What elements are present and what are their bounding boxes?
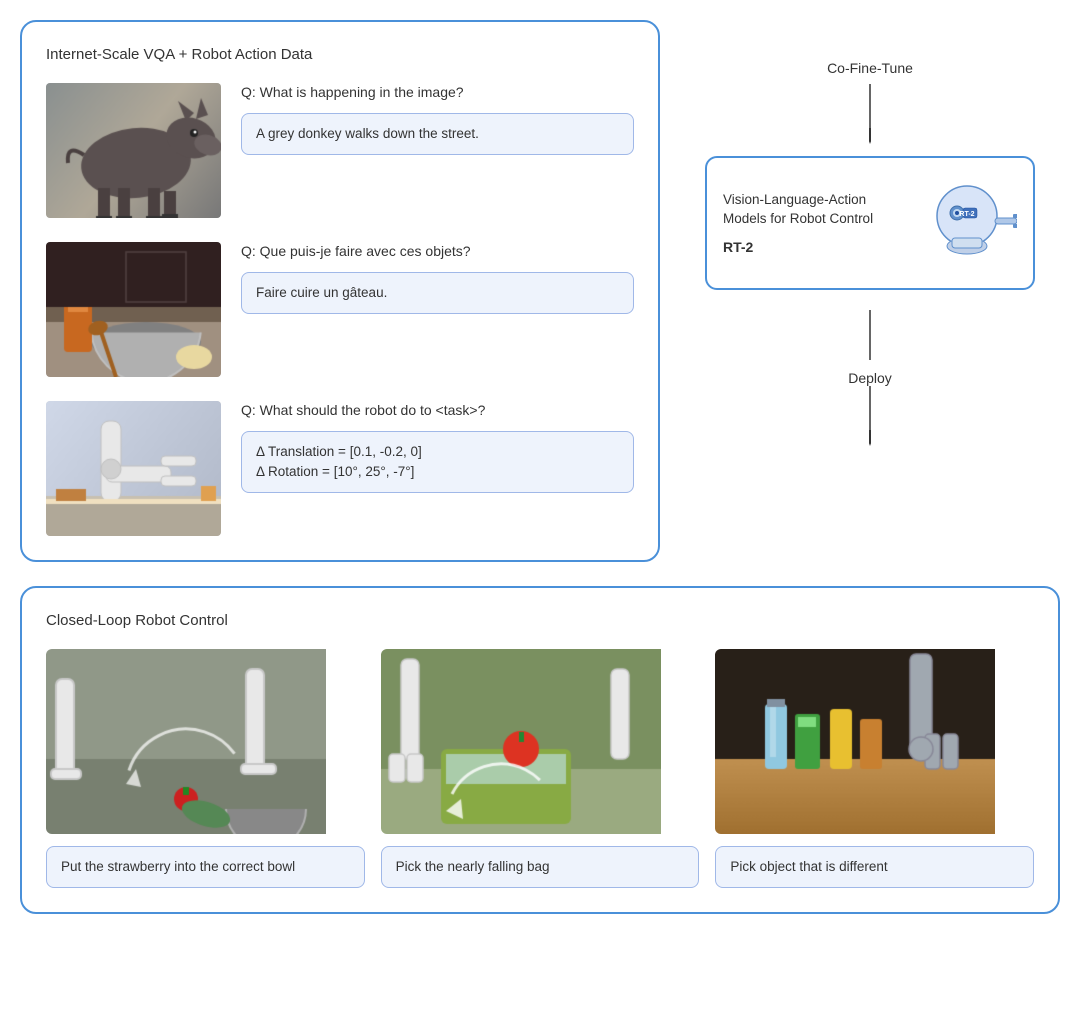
answer-box-3: Δ Translation = [0.1, -0.2, 0] Δ Rotatio…	[241, 431, 634, 494]
robot-card-1: Put the strawberry into the correct bowl	[46, 649, 365, 888]
main-container: Internet-Scale VQA + Robot Action Data Q…	[20, 20, 1060, 914]
robot-photo-1	[46, 649, 365, 834]
co-fine-tune-label: Co-Fine-Tune	[827, 60, 913, 76]
vla-subtitle: RT-2	[723, 239, 905, 255]
qa-content-1: Q: What is happening in the image? A gre…	[241, 83, 634, 155]
vla-title: Vision-Language-Action Models for Robot …	[723, 191, 905, 229]
kitchen-image	[46, 242, 221, 377]
question-1: Q: What is happening in the image?	[241, 83, 634, 103]
robot-arm-image	[46, 401, 221, 536]
answer-box-2: Faire cuire un gâteau.	[241, 272, 634, 314]
robot-illustration: RT-2	[917, 178, 1017, 268]
qa-row-2: Q: Que puis-je faire avec ces objets? Fa…	[46, 242, 634, 377]
qa-row-3: Q: What should the robot do to <task>? Δ…	[46, 401, 634, 536]
vqa-panel: Internet-Scale VQA + Robot Action Data Q…	[20, 20, 660, 562]
robot-card-2: Pick the nearly falling bag	[381, 649, 700, 888]
top-section: Internet-Scale VQA + Robot Action Data Q…	[20, 20, 1060, 562]
deploy-label: Deploy	[848, 370, 892, 386]
bottom-panel: Closed-Loop Robot Control Put the strawb…	[20, 586, 1060, 914]
robot-caption-1: Put the strawberry into the correct bowl	[46, 846, 365, 888]
arrow-deploy-bottom	[869, 386, 871, 446]
arrow-to-vla	[869, 84, 871, 144]
vla-box: Vision-Language-Action Models for Robot …	[705, 156, 1035, 290]
robot-images-row: Put the strawberry into the correct bowl…	[46, 649, 1034, 888]
question-3: Q: What should the robot do to <task>?	[241, 401, 634, 421]
donkey-image	[46, 83, 221, 218]
qa-content-3: Q: What should the robot do to <task>? Δ…	[241, 401, 634, 493]
arrow-deploy-top	[869, 310, 871, 370]
vqa-panel-title: Internet-Scale VQA + Robot Action Data	[46, 46, 634, 63]
robot-caption-3: Pick object that is different	[715, 846, 1034, 888]
bottom-panel-title: Closed-Loop Robot Control	[46, 612, 1034, 629]
qa-row-1: Q: What is happening in the image? A gre…	[46, 83, 634, 218]
robot-caption-2: Pick the nearly falling bag	[381, 846, 700, 888]
robot-photo-3	[715, 649, 1034, 834]
svg-text:RT-2: RT-2	[959, 211, 974, 218]
vla-text: Vision-Language-Action Models for Robot …	[723, 191, 905, 255]
robot-photo-2	[381, 649, 700, 834]
qa-content-2: Q: Que puis-je faire avec ces objets? Fa…	[241, 242, 634, 314]
answer-box-1: A grey donkey walks down the street.	[241, 113, 634, 155]
question-2: Q: Que puis-je faire avec ces objets?	[241, 242, 634, 262]
robot-card-3: Pick object that is different	[715, 649, 1034, 888]
